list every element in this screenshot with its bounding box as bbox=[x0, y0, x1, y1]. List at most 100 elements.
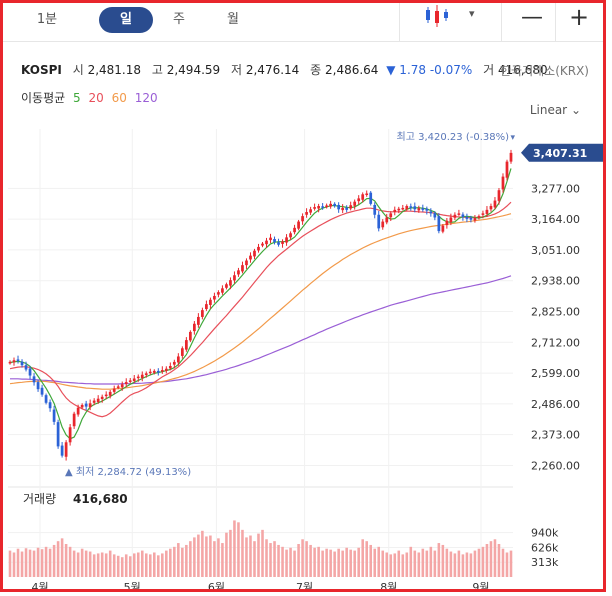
volume-tick-label: 313k bbox=[531, 556, 559, 569]
candle-body bbox=[249, 255, 252, 260]
candle-body bbox=[345, 207, 349, 210]
candle-body bbox=[197, 316, 200, 325]
candle-body bbox=[361, 194, 365, 200]
candle-body bbox=[301, 216, 304, 222]
candle-body bbox=[437, 216, 441, 232]
candle-body bbox=[425, 208, 429, 211]
grid bbox=[8, 129, 513, 577]
volume-bar bbox=[257, 533, 260, 577]
volume-bar bbox=[337, 548, 340, 577]
ma20-line bbox=[9, 201, 512, 418]
candle-body bbox=[329, 203, 333, 207]
price-chart[interactable]: 2,260.00 2,373.00 2,486.00 2,599.00 2,712.00… bbox=[3, 3, 606, 592]
candle-body bbox=[237, 270, 240, 275]
volume-bar bbox=[32, 550, 36, 577]
x-tick-label: 6월 bbox=[208, 581, 225, 592]
volume-bar bbox=[144, 553, 148, 577]
volume-bar bbox=[16, 548, 20, 577]
candle-body bbox=[217, 292, 220, 295]
volume-bar bbox=[88, 551, 92, 577]
y-tick-label: 2,825.00 bbox=[531, 305, 580, 318]
candle-body bbox=[261, 243, 264, 246]
candle-body bbox=[253, 250, 256, 257]
candle-body bbox=[397, 208, 401, 211]
y-tick-label: 2,938.00 bbox=[531, 275, 580, 288]
volume-bar bbox=[313, 547, 316, 577]
volume-bar bbox=[317, 546, 320, 577]
x-tick-label: 5월 bbox=[124, 581, 141, 592]
x-tick-label: 7월 bbox=[296, 581, 313, 592]
candle-body bbox=[193, 323, 196, 332]
volume-bar bbox=[433, 550, 437, 577]
candle-body bbox=[461, 214, 465, 217]
candle-body bbox=[100, 396, 104, 399]
volume-bar bbox=[265, 539, 268, 577]
volume-bar bbox=[249, 535, 252, 577]
moving-average-lines bbox=[9, 168, 512, 440]
volume-bar bbox=[120, 557, 124, 577]
max-price-label: 최고 3,420.23 (-0.38%) bbox=[397, 131, 510, 143]
candle-body bbox=[140, 374, 144, 378]
volume-bar bbox=[193, 537, 196, 577]
candle-body bbox=[201, 310, 204, 317]
volume-bar bbox=[369, 544, 373, 577]
volume-current-value: 416,680 bbox=[73, 492, 128, 506]
candle-body bbox=[88, 403, 92, 408]
y-tick-label: 3,277.00 bbox=[531, 182, 580, 195]
chart-frame: 1분 일 주 월 ▾ — + KOSPI 시 2,481.18 고 2,494.… bbox=[0, 0, 606, 592]
candle-body bbox=[357, 198, 361, 202]
volume-bar bbox=[449, 551, 453, 577]
volume-bar bbox=[261, 529, 264, 577]
candle-body bbox=[156, 370, 160, 373]
volume-bar bbox=[429, 546, 433, 577]
candle-body bbox=[40, 387, 44, 395]
volume-bar bbox=[225, 532, 228, 577]
candle-body bbox=[445, 220, 449, 226]
volume-bar bbox=[345, 547, 348, 577]
candle-body bbox=[273, 239, 276, 243]
volume-bar bbox=[76, 552, 80, 577]
volume-bar bbox=[489, 541, 493, 577]
candle-body bbox=[152, 370, 156, 373]
volume-bars bbox=[8, 520, 513, 577]
candle-body bbox=[168, 365, 172, 369]
candle-body bbox=[48, 402, 52, 409]
candle-body bbox=[265, 240, 268, 245]
volume-bar bbox=[417, 552, 421, 577]
ma5-line bbox=[9, 168, 512, 440]
candle-body bbox=[477, 216, 481, 218]
y-tick-label: 2,599.00 bbox=[531, 367, 580, 380]
min-price-label: ▲ 최저 2,284.72 (49.13%) bbox=[65, 466, 191, 478]
volume-bar bbox=[253, 541, 256, 577]
candle-body bbox=[76, 407, 80, 415]
annotations: 거래량 416,680 3,407.31 최고 3,420.23 (-0.38%) ▾ ▲… bbox=[23, 131, 603, 506]
candle-body bbox=[473, 218, 477, 221]
volume-bar bbox=[20, 551, 24, 577]
volume-bar bbox=[465, 552, 469, 577]
volume-tick-label: 940k bbox=[531, 527, 559, 540]
candle-body bbox=[369, 192, 373, 204]
volume-bar bbox=[401, 554, 405, 577]
volume-bar bbox=[285, 549, 288, 577]
volume-bar bbox=[24, 548, 28, 577]
candle-body bbox=[277, 242, 280, 245]
volume-bar bbox=[421, 548, 425, 577]
volume-bar bbox=[473, 550, 477, 577]
volume-bar bbox=[80, 548, 84, 577]
candle-body bbox=[501, 176, 505, 190]
candle-body bbox=[409, 206, 413, 208]
candle-body bbox=[245, 260, 248, 266]
volume-bar bbox=[281, 546, 284, 577]
candle-body bbox=[381, 221, 385, 228]
volume-bar bbox=[393, 553, 397, 577]
candle-body bbox=[393, 209, 397, 213]
candle-body bbox=[505, 161, 509, 178]
volume-bar bbox=[273, 541, 276, 577]
candle-body bbox=[16, 359, 20, 361]
volume-bar bbox=[437, 543, 441, 577]
volume-bar bbox=[389, 554, 393, 577]
y-tick-label: 2,260.00 bbox=[531, 459, 580, 472]
volume-bar bbox=[501, 548, 505, 577]
candle-body bbox=[297, 221, 300, 229]
volume-bar bbox=[177, 543, 180, 577]
